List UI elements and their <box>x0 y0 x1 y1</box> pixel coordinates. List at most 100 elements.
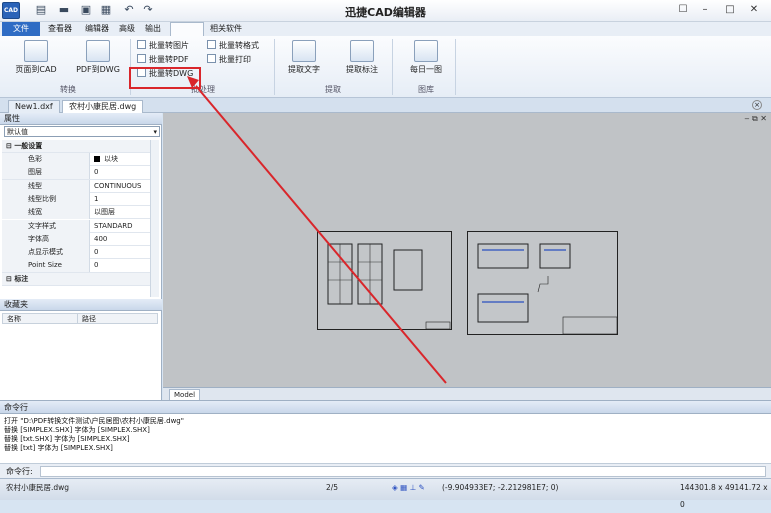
minimize-icon[interactable]: – <box>696 3 714 17</box>
command-output-line: 替换 [txt] 字体为 [SIMPLEX.SHX] <box>4 444 113 452</box>
drawing-canvas[interactable]: ‒ ⧉ ✕ <box>163 113 771 387</box>
property-value[interactable]: 以图层 <box>92 206 150 219</box>
section-general[interactable]: ⊟ 一般设置 <box>2 140 150 154</box>
tab-output[interactable]: 输出 <box>140 22 166 36</box>
property-name: 字体高 <box>2 232 90 246</box>
property-row[interactable]: 点显示模式 0 <box>2 246 150 260</box>
ribbon-separator <box>455 39 456 95</box>
property-row[interactable]: Point Size 0 <box>2 259 150 273</box>
color-swatch <box>94 156 100 162</box>
command-input-bar: 命令行: <box>0 463 771 479</box>
group-extract-label: 提取 <box>325 85 341 94</box>
command-panel: 命令行 打开 "D:\PDF转换文件测试\户民居图\农村小康民居.dwg" 替换… <box>0 400 771 479</box>
doc-tab-rural-house[interactable]: 农村小康民居.dwg <box>62 100 144 113</box>
property-value[interactable]: CONTINUOUS <box>92 180 150 193</box>
command-prompt: 命令行: <box>6 467 33 476</box>
section-general-label: 一般设置 <box>14 142 43 150</box>
command-title: 命令行 <box>4 403 28 412</box>
command-header: 命令行 <box>0 401 771 414</box>
property-value[interactable]: 1 <box>92 193 150 206</box>
ribbon: 页面到CAD PDF到DWG 转换 批量转图片 批量转PDF 批量转DWG 批量… <box>0 36 771 98</box>
status-page: 2/5 <box>326 483 339 492</box>
property-value[interactable]: 0 <box>92 259 150 272</box>
tab-related-software[interactable]: 相关软件 <box>206 22 246 36</box>
ribbon-separator <box>392 39 393 95</box>
canvas-window-controls[interactable]: ‒ ⧉ ✕ <box>744 114 767 124</box>
favorites-header: 收藏夹 <box>0 299 162 311</box>
command-output-line: 替换 [SIMPLEX.SHX] 字体为 [SIMPLEX.SHX] <box>4 426 150 434</box>
image-icon <box>137 40 146 49</box>
close-icon[interactable]: ✕ <box>745 3 763 17</box>
maximize-icon[interactable]: □ <box>721 3 739 17</box>
extract-dim-label: 提取标注 <box>346 65 378 74</box>
daily-drawing-label: 每日一图 <box>410 65 442 74</box>
tab-file[interactable]: 文件 <box>2 22 40 36</box>
property-name: 文字样式 <box>2 219 90 233</box>
group-convert-label: 转换 <box>60 85 76 94</box>
menu-tabs: 文件 查看器 编辑器 高级 输出 相关软件 <box>0 22 771 36</box>
property-row[interactable]: 线宽 以图层 <box>2 206 150 220</box>
batch-print-button[interactable]: 批量打印 <box>207 54 251 66</box>
tab-viewer[interactable]: 查看器 <box>44 22 76 36</box>
property-row[interactable]: 线型 CONTINUOUS <box>2 179 150 193</box>
page-to-cad-icon <box>24 40 48 62</box>
section-dimension[interactable]: ⊟ 标注 <box>2 273 150 287</box>
section-dim-label: 标注 <box>14 275 29 283</box>
page-to-cad-button[interactable]: 页面到CAD <box>10 40 62 75</box>
pdf-to-dwg-label: PDF到DWG <box>76 65 120 74</box>
batch-to-image-button[interactable]: 批量转图片 <box>137 40 189 52</box>
extract-text-label: 提取文字 <box>288 65 320 74</box>
print-icon <box>207 54 216 63</box>
extract-text-icon <box>292 40 316 62</box>
property-row[interactable]: 色彩 以块 <box>2 153 150 167</box>
floorplan-drawing <box>327 243 451 330</box>
drawing-sheet-elevations[interactable] <box>467 231 618 335</box>
property-name: 线宽 <box>2 206 90 220</box>
close-doc-icon[interactable]: × <box>752 100 762 110</box>
chevron-down-icon: ▾ <box>153 128 157 136</box>
property-row[interactable]: 字体高 400 <box>2 232 150 247</box>
extract-dim-button[interactable]: 提取标注 <box>342 40 382 75</box>
properties-title: 属性 <box>4 114 20 123</box>
command-output-line: 替换 [txt.SHX] 字体为 [SIMPLEX.SHX] <box>4 435 130 443</box>
col-path[interactable]: 路径 <box>77 314 96 324</box>
property-row[interactable]: 线型比例 1 <box>2 192 150 207</box>
status-file: 农村小康民居.dwg <box>6 483 70 492</box>
command-input[interactable] <box>40 466 766 477</box>
favorites-columns: 名称 路径 <box>2 313 158 324</box>
status-size: 144301.8 x 49141.72 x 0 <box>680 483 768 509</box>
pdf-icon <box>137 54 146 63</box>
property-row[interactable]: 图层 0 <box>2 166 150 180</box>
tab-batch[interactable] <box>170 22 204 36</box>
tab-advanced[interactable]: 高级 <box>116 22 138 36</box>
batch-to-pdf-label: 批量转PDF <box>149 55 189 64</box>
pdf-to-dwg-icon <box>86 40 110 62</box>
property-value[interactable]: 0 <box>92 166 150 179</box>
ribbon-separator <box>274 39 275 95</box>
tab-editor[interactable]: 编辑器 <box>80 22 114 36</box>
property-name: Point Size <box>2 259 90 273</box>
snap-icons[interactable]: ◈ ▦ ⊥ ✎ <box>392 479 425 496</box>
gallery-icon <box>414 40 438 62</box>
title-bar: CAD ▤ ▬ ▣ ▦ ↶ ↷ 迅捷CAD编辑器 ☐ – □ ✕ <box>0 0 771 22</box>
property-value[interactable]: 0 <box>92 246 150 259</box>
help-icon[interactable]: ☐ <box>674 3 692 17</box>
properties-scrollbar[interactable] <box>150 140 159 297</box>
extract-text-button[interactable]: 提取文字 <box>284 40 324 75</box>
col-name[interactable]: 名称 <box>7 314 21 324</box>
extract-dim-icon <box>350 40 374 62</box>
batch-to-format-button[interactable]: 批量转格式 <box>207 40 259 52</box>
property-row[interactable]: 文字样式 STANDARD <box>2 219 150 233</box>
properties-select[interactable]: 默认值 ▾ <box>4 126 160 137</box>
drawing-sheet-floorplans[interactable] <box>317 231 452 330</box>
doc-tab-new1[interactable]: New1.dxf <box>8 100 60 113</box>
property-value[interactable]: 400 <box>92 233 150 246</box>
property-value[interactable]: STANDARD <box>92 220 150 233</box>
pdf-to-dwg-button[interactable]: PDF到DWG <box>72 40 124 75</box>
window-title: 迅捷CAD编辑器 <box>345 6 426 19</box>
favorites-title: 收藏夹 <box>4 300 28 309</box>
properties-panel: 属性 默认值 ▾ ⊟ 一般设置 色彩 以块 图层 0 线型 CONTINUOUS 线型比例 1 线… <box>0 113 162 400</box>
batch-to-image-label: 批量转图片 <box>149 41 189 50</box>
daily-drawing-button[interactable]: 每日一图 <box>406 40 446 75</box>
batch-to-pdf-button[interactable]: 批量转PDF <box>137 54 189 66</box>
